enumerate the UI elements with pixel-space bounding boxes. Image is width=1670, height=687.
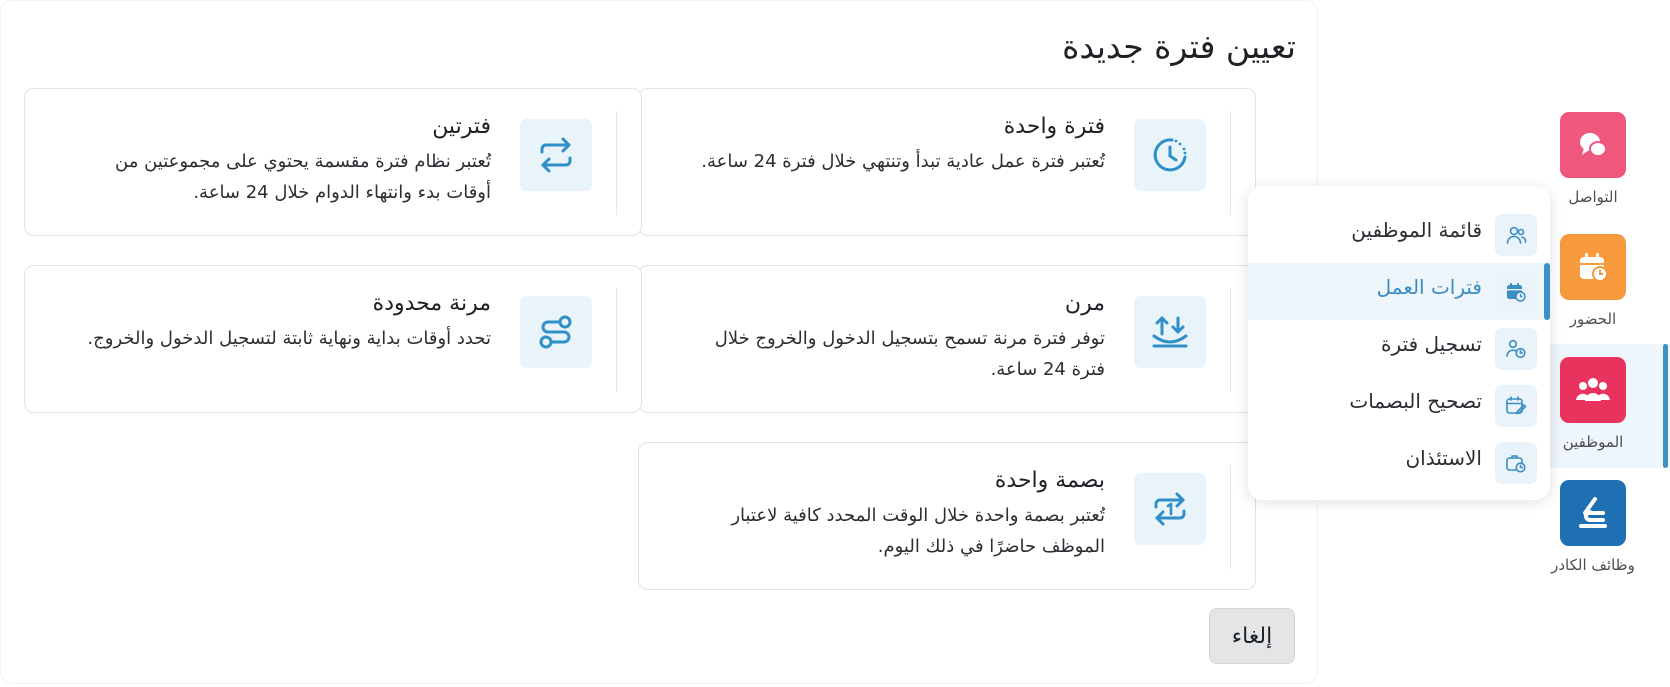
rail-item-communication[interactable]: التواصل [1533,104,1653,222]
card-divider [1230,111,1231,215]
chat-bubbles-icon [1560,112,1626,178]
clock-rotate-icon [1134,119,1206,191]
calendar-clock-icon [1495,271,1537,313]
rail-active-indicator [1663,344,1668,468]
card-title: بصمة واحدة [994,468,1105,493]
cancel-button[interactable]: إلغاء [1209,608,1295,664]
submenu-active-indicator [1544,263,1550,320]
card-divider [616,111,617,215]
repeat-once-icon [1134,473,1206,545]
card-description: تُعتبر بصمة واحدة خلال الوقت المحدد كافي… [731,505,1105,557]
shift-type-card-single-punch[interactable]: بصمة واحدة تُعتبر بصمة واحدة خلال الوقت … [638,442,1256,590]
submenu-item-register-shift[interactable]: تسجيل فترة [1248,320,1550,377]
shift-type-card-flexible[interactable]: مرن توفر فترة مرنة تسمح بتسجيل الدخول وا… [638,265,1256,413]
card-description: تحدد أوقات بداية ونهاية ثابتة لتسجيل الد… [87,328,491,349]
assign-shift-modal: تعيين فترة جديدة فترة واحدة تُعتبر فترة … [0,0,1318,684]
submenu-item-fix-punches[interactable]: تصحيح البصمات [1248,377,1550,434]
card-divider [1230,465,1231,569]
calendar-clock-icon [1560,234,1626,300]
card-title: مرن [1064,291,1105,316]
flexible-arrows-icon [1134,296,1206,368]
modal-title: تعيين فترة جديدة [1062,27,1296,66]
card-title: مرنة محدودة [372,291,491,316]
card-description: تُعتبر فترة عمل عادية تبدأ وتنتهي خلال ف… [701,151,1105,172]
repeat-arrows-icon [520,119,592,191]
users-outline-icon [1495,214,1537,256]
rail-item-staff-jobs[interactable]: وظائف الكادر [1533,472,1653,590]
employees-submenu: قائمة الموظفين فترات العمل تسجيل فترة تص… [1248,186,1550,500]
app-screen: تعيين فترة جديدة فترة واحدة تُعتبر فترة … [0,0,1670,687]
card-divider [616,288,617,392]
submenu-item-label: قائمة الموظفين [1351,218,1482,242]
shift-type-card-double[interactable]: فترتين تُعتبر نظام فترة مقسمة يحتوي على … [24,88,642,236]
rail-item-label: وظائف الكادر [1551,556,1635,574]
card-description: تُعتبر نظام فترة مقسمة يحتوي على مجموعتي… [115,151,491,203]
rail-item-attendance[interactable]: الحضور [1533,226,1653,344]
submenu-item-label: تصحيح البصمات [1349,389,1482,413]
submenu-item-label: تسجيل فترة [1381,332,1482,356]
submenu-item-work-shifts[interactable]: فترات العمل [1248,263,1550,320]
submenu-item-label: الاستئذان [1405,446,1482,470]
rail-item-label: التواصل [1568,188,1618,206]
route-icon [520,296,592,368]
submenu-item-permission[interactable]: الاستئذان [1248,434,1550,491]
submenu-item-employee-list[interactable]: قائمة الموظفين [1248,206,1550,263]
card-title: فترتين [432,114,491,139]
rail-item-label: الحضور [1569,310,1617,328]
card-title: فترة واحدة [1003,114,1105,139]
card-divider [1230,288,1231,392]
card-description: توفر فترة مرنة تسمح بتسجيل الدخول والخرو… [714,328,1105,380]
rail-item-label: الموظفين [1562,433,1624,451]
shift-type-card-limited-flexible[interactable]: مرنة محدودة تحدد أوقات بداية ونهاية ثابت… [24,265,642,413]
user-clock-icon [1495,328,1537,370]
calendar-edit-icon [1495,385,1537,427]
shift-type-card-single[interactable]: فترة واحدة تُعتبر فترة عمل عادية تبدأ وت… [638,88,1256,236]
rail-item-employees[interactable]: الموظفين [1533,349,1653,467]
briefcase-clock-icon [1495,442,1537,484]
logo-icon [1560,480,1626,546]
users-icon [1560,357,1626,423]
submenu-item-label: فترات العمل [1376,275,1482,299]
